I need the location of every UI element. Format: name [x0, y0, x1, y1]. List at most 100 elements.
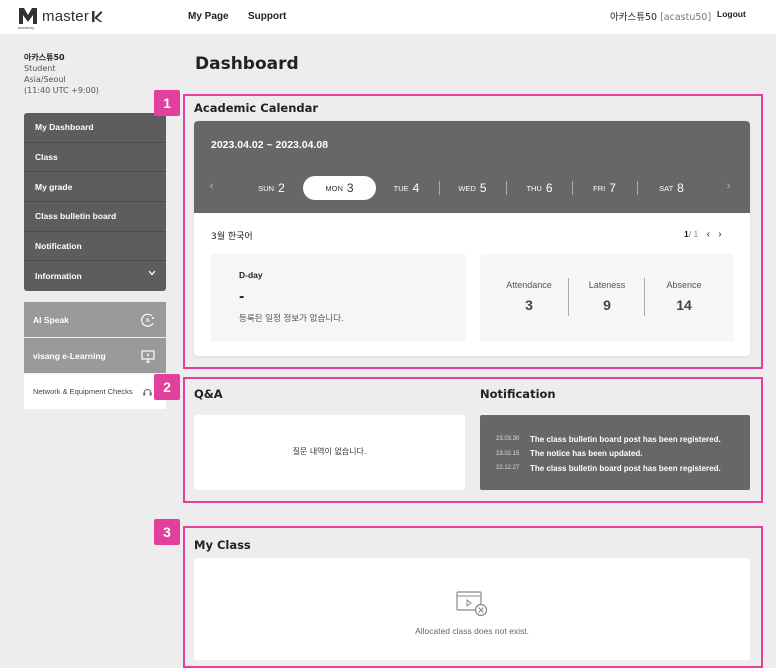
logo-subtext: academy [18, 25, 35, 30]
week-days: SUN 2 MON 3 TUE 4 WED 5 THU 6 FRI 7 SAT 8 [234, 176, 710, 200]
no-video-icon [456, 591, 488, 617]
stat-separator [644, 278, 645, 316]
stat-label: Lateness [588, 280, 626, 290]
sidebar-item-label: My grade [35, 181, 73, 192]
course-name: 3월 한국어 [211, 232, 253, 242]
sidebar-item-class[interactable]: Class [24, 143, 166, 173]
notification-text: The class bulletin board post has been r… [530, 434, 721, 444]
nav-my-page[interactable]: My Page [188, 11, 229, 22]
prev-week-icon[interactable]: ‹ [209, 179, 214, 194]
sidebar-item-class-bulletin-board[interactable]: Class bulletin board [24, 202, 166, 232]
next-page-icon[interactable]: › [718, 229, 721, 240]
stat-lateness: Lateness 9 [569, 254, 645, 342]
prev-page-icon[interactable]: ‹ [707, 229, 710, 240]
notification-item[interactable]: 23.03.30 The class bulletin board post ha… [496, 432, 750, 447]
logo-text: master [42, 7, 90, 25]
stat-label: Attendance [506, 280, 552, 290]
logout-link[interactable]: Logout [717, 9, 746, 19]
day-fri[interactable]: FRI 7 [568, 176, 641, 200]
logo[interactable]: master academy [18, 6, 103, 30]
stat-label: Absence [666, 280, 702, 290]
next-week-icon[interactable]: › [726, 179, 731, 194]
day-date: 3 [346, 181, 354, 195]
headset-icon [143, 389, 152, 396]
day-wed[interactable]: WED 5 [436, 176, 509, 200]
day-mon-selected[interactable]: MON 3 [303, 176, 376, 200]
visang-elearning-label: visang e-Learning [33, 350, 106, 361]
stat-absence: Absence 14 [646, 254, 722, 342]
page-total: / 1 [688, 229, 699, 239]
calendar-header: 2023.04.02 ~ 2023.04.08 ‹ › SUN 2 MON 3 TU… [194, 121, 750, 213]
qa-panel: 질문 내역이 없습니다. [194, 415, 465, 490]
calendar-title: Academic Calendar [194, 101, 319, 115]
sidebar-menu: My Dashboard Class My grade Class bullet… [24, 113, 166, 292]
step-badge-2: 2 [154, 374, 180, 400]
user-name: 아카스튜50 [610, 12, 658, 23]
notification-date: 22.12.27 [496, 465, 520, 472]
day-name: WED [458, 183, 476, 193]
day-date: 2 [278, 181, 285, 195]
day-name: SAT [659, 183, 674, 193]
stat-value: 3 [525, 297, 533, 313]
logo-mark-icon [19, 8, 37, 24]
profile-info: 아카스튜50 Student Asia/Seoul (11:40 UTC +9:… [24, 52, 99, 96]
network-check-button[interactable]: Network & Equipment Checks [24, 374, 166, 409]
ai-speak-label: AI Speak [33, 314, 69, 325]
sidebar-item-label: Notification [35, 241, 82, 252]
nav-support[interactable]: Support [248, 11, 286, 22]
sidebar-item-information[interactable]: Information [24, 261, 166, 291]
profile-name: 아카스튜50 [24, 53, 65, 62]
calendar-pager: 1/ 1 ‹ › [684, 229, 722, 240]
page-title: Dashboard [195, 54, 299, 74]
notification-date: 23.02.15 [496, 450, 520, 457]
top-bar: master academy My Page Support 아카스튜50 [a… [0, 0, 776, 34]
user-display: 아카스튜50 [acastu50] [610, 9, 711, 23]
profile-utc: (11:40 UTC +9:00) [24, 86, 99, 95]
day-sun[interactable]: SUN 2 [235, 176, 308, 200]
notification-text: The notice has been updated. [530, 449, 643, 459]
day-name: SUN [258, 183, 275, 193]
day-name: MON [325, 183, 343, 193]
notification-title: Notification [480, 387, 556, 401]
logo-k-icon [92, 10, 103, 22]
ai-speak-button[interactable]: AI Speak [24, 302, 166, 337]
my-class-empty-message: Allocated class does not exist. [415, 626, 529, 636]
qa-empty-message: 질문 내역이 없습니다. [292, 447, 367, 456]
attendance-stats: Attendance 3 Lateness 9 Absence 14 [480, 254, 734, 342]
my-class-title: My Class [194, 538, 251, 552]
sidebar-item-my-grade[interactable]: My grade [24, 172, 166, 203]
day-name: FRI [593, 183, 606, 193]
dday-message: 등록된 일정 정보가 없습니다. [239, 314, 344, 324]
sidebar-item-label: Information [35, 271, 82, 282]
stat-attendance: Attendance 3 [491, 254, 567, 342]
profile-timezone: Asia/Seoul [24, 75, 66, 84]
notification-item[interactable]: 23.02.15 The notice has been updated. [496, 447, 750, 462]
day-date: 8 [677, 181, 684, 195]
sidebar-item-my-dashboard[interactable]: My Dashboard [24, 113, 166, 143]
step-badge-3: 3 [154, 519, 180, 545]
day-tue[interactable]: TUE 4 [370, 176, 443, 200]
day-sat[interactable]: SAT 8 [635, 176, 708, 200]
notification-text: The class bulletin board post has been r… [530, 463, 721, 473]
day-thu[interactable]: THU 6 [503, 176, 576, 200]
ai-speak-icon [141, 313, 154, 327]
user-id: [acastu50] [660, 12, 712, 23]
dday-label: D-day [239, 270, 263, 280]
day-date: 5 [479, 181, 487, 195]
dday-panel: D-day - 등록된 일정 정보가 없습니다. [211, 254, 466, 342]
stat-value: 9 [603, 297, 611, 313]
visang-elearning-button[interactable]: visang e-Learning [24, 338, 166, 373]
day-date: 4 [412, 181, 420, 195]
stat-value: 14 [676, 297, 692, 313]
notification-panel: 23.03.30 The class bulletin board post ha… [480, 415, 750, 490]
day-date: 6 [545, 181, 553, 195]
notification-item[interactable]: 22.12.27 The class bulletin board post ha… [496, 461, 750, 476]
profile-role: Student [24, 64, 56, 73]
chevron-down-icon [148, 271, 156, 276]
dday-value: - [239, 290, 245, 305]
sidebar-item-label: Class bulletin board [35, 211, 117, 222]
qa-title: Q&A [194, 387, 223, 401]
my-class-panel: Allocated class does not exist. [194, 558, 750, 660]
sidebar-item-label: My Dashboard [35, 122, 94, 133]
sidebar-item-notification[interactable]: Notification [24, 232, 166, 262]
